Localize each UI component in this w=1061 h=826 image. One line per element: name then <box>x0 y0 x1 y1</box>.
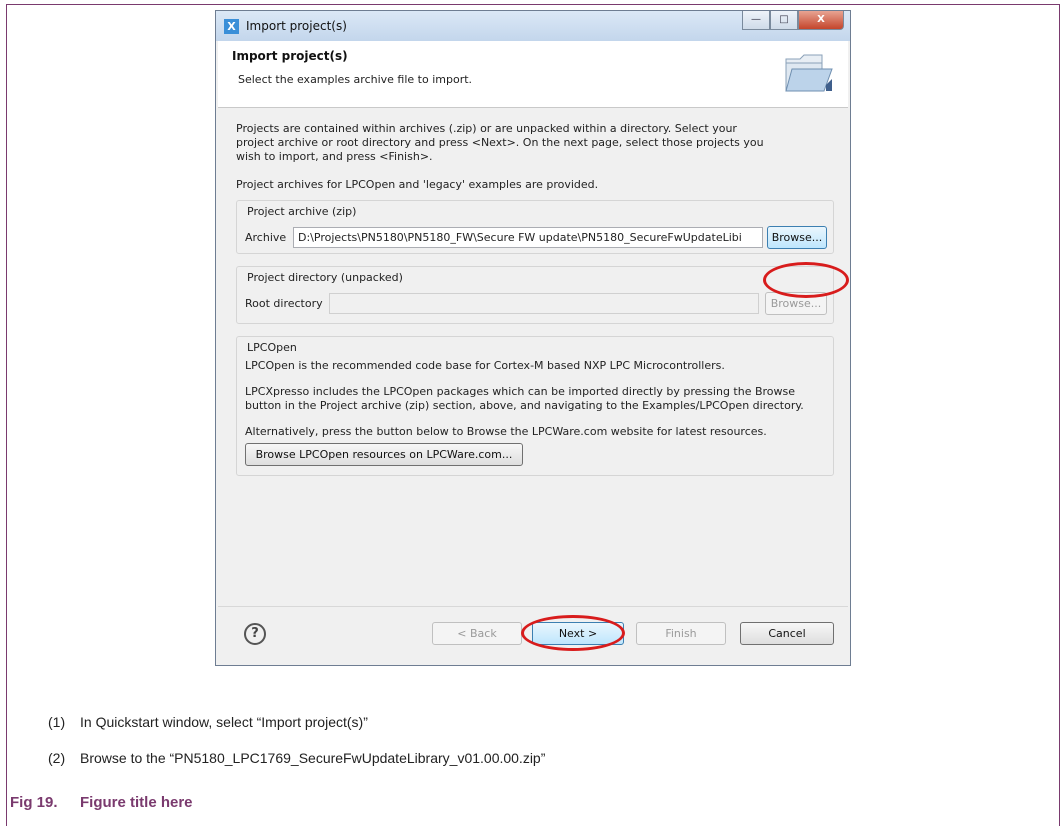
browse-highlight-oval <box>763 262 849 298</box>
open-folder-icon <box>785 54 833 92</box>
archive-field-label: Archive <box>245 231 287 244</box>
step-1: (1) In Quickstart window, select “Import … <box>48 714 368 730</box>
intro-archives-text: Project archives for LPCOpen and 'legacy… <box>236 178 599 191</box>
lpcopen-text-4: Alternatively, press the button below to… <box>245 425 767 438</box>
lpcopen-text-2: LPCXpresso includes the LPCOpen packages… <box>245 385 796 398</box>
wizard-body: Projects are contained within archives (… <box>218 108 848 605</box>
header-title: Import project(s) <box>232 49 348 63</box>
intro-line-2: project archive or root directory and pr… <box>236 136 764 149</box>
figure-title: Figure title here <box>80 794 193 811</box>
import-project-dialog: X Import project(s) — □ X Import project… <box>215 10 851 666</box>
lpcxpresso-app-icon: X <box>224 19 239 34</box>
finish-button[interactable]: Finish <box>636 622 726 645</box>
header-subtitle: Select the examples archive file to impo… <box>238 73 473 86</box>
step-1-number: (1) <box>48 714 66 730</box>
window-controls: — □ X <box>742 11 844 31</box>
close-button[interactable]: X <box>798 11 844 30</box>
minimize-button[interactable]: — <box>742 11 770 30</box>
cancel-button[interactable]: Cancel <box>740 622 834 645</box>
project-archive-label: Project archive (zip) <box>245 205 359 218</box>
step-2-number: (2) <box>48 750 66 766</box>
title-bar[interactable]: X Import project(s) — □ X <box>216 11 850 41</box>
back-button[interactable]: < Back <box>432 622 522 645</box>
lpcopen-label: LPCOpen <box>245 341 299 354</box>
next-highlight-oval <box>521 615 625 651</box>
lpcopen-text-3: button in the Project archive (zip) sect… <box>245 399 804 412</box>
wizard-header: Import project(s) Select the examples ar… <box>218 41 848 108</box>
step-1-text: In Quickstart window, select “Import pro… <box>80 714 368 730</box>
project-directory-group: Project directory (unpacked) Root direct… <box>236 266 834 324</box>
archive-path-input[interactable]: D:\Projects\PN5180\PN5180_FW\Secure FW u… <box>293 227 763 248</box>
project-archive-group: Project archive (zip) Archive D:\Project… <box>236 200 834 254</box>
lpcopen-group: LPCOpen LPCOpen is the recommended code … <box>236 336 834 476</box>
intro-line-3: wish to import, and press <Finish>. <box>236 150 433 163</box>
root-directory-input[interactable] <box>329 293 759 314</box>
help-icon[interactable]: ? <box>244 623 266 645</box>
maximize-button[interactable]: □ <box>770 11 798 30</box>
root-directory-label: Root directory <box>245 297 323 310</box>
step-2: (2) Browse to the “PN5180_LPC1769_SecureF… <box>48 750 545 766</box>
intro-line-1: Projects are contained within archives (… <box>236 122 737 135</box>
window-title: Import project(s) <box>246 19 347 33</box>
lpcopen-text-1: LPCOpen is the recommended code base for… <box>245 359 725 372</box>
figure-caption: Fig 19. Figure title here <box>10 794 193 811</box>
browse-lpcopen-resources-button[interactable]: Browse LPCOpen resources on LPCWare.com.… <box>245 443 523 466</box>
archive-browse-button[interactable]: Browse... <box>767 226 827 249</box>
step-2-text: Browse to the “PN5180_LPC1769_SecureFwUp… <box>80 750 546 766</box>
project-directory-label: Project directory (unpacked) <box>245 271 405 284</box>
figure-number: Fig 19. <box>10 794 58 811</box>
